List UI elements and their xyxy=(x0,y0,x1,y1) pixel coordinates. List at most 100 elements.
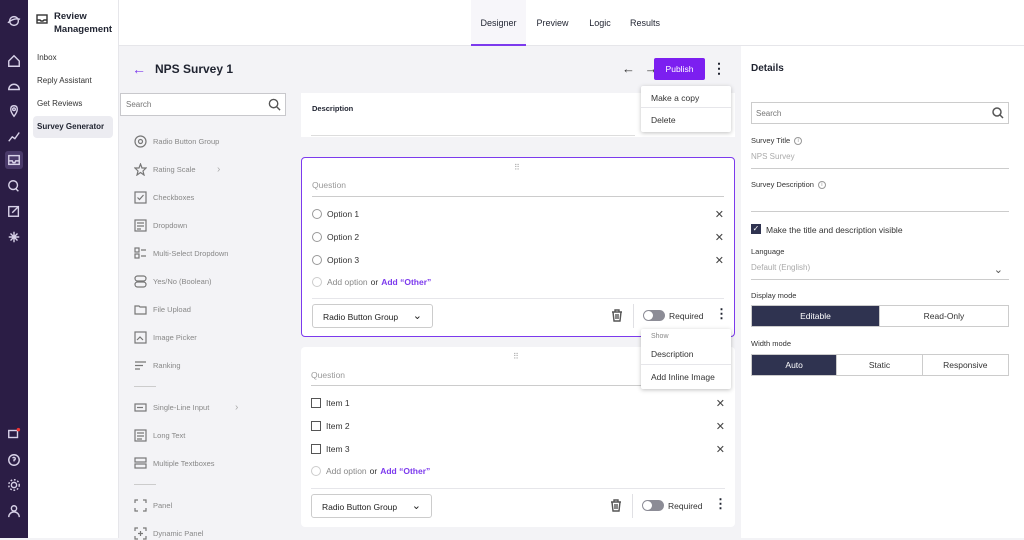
toolbox-search xyxy=(120,93,286,116)
more-options-icon[interactable]: ⋮ xyxy=(712,60,726,77)
toolbox-item-long-text[interactable]: Long Text xyxy=(134,429,185,442)
menu-header: Show xyxy=(651,333,669,340)
tab-preview[interactable]: Preview xyxy=(530,0,575,46)
toolbox-search-input[interactable] xyxy=(121,94,261,115)
more-options-icon[interactable]: ⋮ xyxy=(714,496,727,512)
back-arrow-icon[interactable]: ← xyxy=(132,61,146,77)
trash-icon[interactable] xyxy=(611,309,623,322)
toolbox-item-multiple-textboxes[interactable]: Multiple Textboxes xyxy=(134,457,215,470)
width-mode-auto[interactable]: Auto xyxy=(752,355,838,375)
dashboard-icon[interactable] xyxy=(5,77,23,95)
nav-item-survey-generator[interactable]: Survey Generator xyxy=(33,116,113,138)
remove-option-icon[interactable]: ✕ xyxy=(716,420,725,433)
home-icon[interactable] xyxy=(5,52,23,70)
add-option-link[interactable]: Add option xyxy=(326,466,367,476)
user-icon[interactable] xyxy=(5,502,23,520)
toolbox-item-checkboxes[interactable]: Checkboxes xyxy=(134,191,194,204)
question-type-select[interactable]: Radio Button Group ⌄ xyxy=(312,304,433,328)
settings-icon[interactable] xyxy=(5,476,23,494)
remove-option-icon[interactable]: ✕ xyxy=(716,443,725,456)
nav-item-get-reviews[interactable]: Get Reviews xyxy=(33,93,113,115)
chevron-down-icon: ⌄ xyxy=(993,264,1003,276)
more-options-icon[interactable]: ⋮ xyxy=(715,306,728,322)
question-card[interactable]: ⠿ Question Option 1 ✕ Option 2 ✕ Option 3 ✕… xyxy=(301,157,735,337)
details-search xyxy=(751,102,1009,124)
checkbox-item-row[interactable]: Item 2 ✕ xyxy=(311,418,725,434)
menu-item-delete[interactable]: Delete xyxy=(651,115,676,125)
review-inbox-icon[interactable] xyxy=(5,151,23,169)
option-row[interactable]: Option 3 ✕ xyxy=(312,252,724,268)
chevron-right-icon[interactable]: › xyxy=(217,164,220,175)
display-mode-readonly[interactable]: Read-Only xyxy=(880,306,1008,326)
menu-item-description[interactable]: Description xyxy=(651,349,694,359)
secondary-nav: Review Management Inbox Reply Assistant … xyxy=(28,0,119,538)
search-icon[interactable] xyxy=(268,98,281,111)
survey-description-label: Survey Description i xyxy=(751,180,826,189)
option-row[interactable]: Option 1 ✕ xyxy=(312,206,724,222)
display-mode-editable[interactable]: Editable xyxy=(752,306,880,326)
required-label: Required xyxy=(669,311,704,321)
drag-handle-icon[interactable]: ⠿ xyxy=(513,352,519,361)
chevron-right-icon[interactable]: › xyxy=(235,402,238,413)
width-mode-responsive[interactable]: Responsive xyxy=(923,355,1008,375)
remove-option-icon[interactable]: ✕ xyxy=(715,208,724,221)
dynamic-panel-icon xyxy=(134,527,147,540)
question-title-input[interactable]: Question xyxy=(312,180,346,190)
details-search-input[interactable] xyxy=(752,103,972,124)
toolbox-item-single-line[interactable]: Single-Line Input xyxy=(134,401,209,414)
info-icon[interactable]: i xyxy=(817,180,826,189)
chevron-down-icon: ⌄ xyxy=(412,310,422,322)
toolbox-item-ranking[interactable]: Ranking xyxy=(134,359,181,372)
toolbox-item-rating[interactable]: Rating Scale xyxy=(134,163,196,176)
chat-icon[interactable] xyxy=(5,177,23,195)
announcement-icon[interactable] xyxy=(5,425,23,443)
survey-title-input[interactable]: NPS Survey xyxy=(751,152,795,161)
publish-button[interactable]: Publish xyxy=(654,58,705,80)
checkbox-item-row[interactable]: Item 3 ✕ xyxy=(311,441,725,457)
survey-description-input[interactable] xyxy=(751,211,1009,212)
question-title-input[interactable]: Question xyxy=(311,370,345,380)
edit-icon[interactable] xyxy=(5,202,23,220)
remove-option-icon[interactable]: ✕ xyxy=(715,254,724,267)
checkbox-item-row[interactable]: Item 1 ✕ xyxy=(311,395,725,411)
tab-designer[interactable]: Designer xyxy=(471,0,526,46)
add-other-link[interactable]: Add “Other” xyxy=(381,277,431,287)
add-option-link[interactable]: Add option xyxy=(327,277,368,287)
toolbox-item-dynamic-panel[interactable]: Dynamic Panel xyxy=(134,527,203,540)
nav-item-inbox[interactable]: Inbox xyxy=(33,47,113,69)
add-other-link[interactable]: Add “Other” xyxy=(380,466,430,476)
divider xyxy=(751,279,1009,280)
remove-option-icon[interactable]: ✕ xyxy=(715,231,724,244)
location-icon[interactable] xyxy=(5,102,23,120)
menu-item-make-copy[interactable]: Make a copy xyxy=(651,93,699,103)
width-mode-static[interactable]: Static xyxy=(837,355,923,375)
tab-logic[interactable]: Logic xyxy=(582,0,618,46)
analytics-icon[interactable] xyxy=(5,127,23,145)
trash-icon[interactable] xyxy=(610,499,622,512)
menu-item-inline-image[interactable]: Add Inline Image xyxy=(651,372,715,382)
logo-icon[interactable] xyxy=(5,12,23,30)
toolbox-item-file-upload[interactable]: File Upload xyxy=(134,303,191,316)
required-toggle[interactable] xyxy=(642,500,664,511)
drag-handle-icon[interactable]: ⠿ xyxy=(514,163,520,172)
nav-item-reply-assistant[interactable]: Reply Assistant xyxy=(33,70,113,92)
question-type-select[interactable]: Radio Button Group ⌄ xyxy=(311,494,432,518)
sparkle-icon[interactable] xyxy=(5,228,23,246)
visible-checkbox[interactable]: ✓ xyxy=(751,224,761,234)
survey-title-label: Survey Title i xyxy=(751,136,803,145)
toolbox-item-dropdown[interactable]: Dropdown xyxy=(134,219,187,232)
toolbox-item-boolean[interactable]: Yes/No (Boolean) xyxy=(134,275,212,288)
option-row[interactable]: Option 2 ✕ xyxy=(312,229,724,245)
toolbox-item-panel[interactable]: Panel xyxy=(134,499,172,512)
required-toggle[interactable] xyxy=(643,310,665,321)
help-icon[interactable] xyxy=(5,451,23,469)
radio-icon xyxy=(312,209,322,219)
toolbox-item-radio[interactable]: Radio Button Group xyxy=(134,135,219,148)
search-icon[interactable] xyxy=(992,107,1004,119)
toolbox-item-image-picker[interactable]: Image Picker xyxy=(134,331,197,344)
tab-results[interactable]: Results xyxy=(624,0,666,46)
info-icon[interactable]: i xyxy=(794,136,803,145)
language-select[interactable]: Default (English) ⌄ xyxy=(751,263,1009,276)
remove-option-icon[interactable]: ✕ xyxy=(716,397,725,410)
toolbox-item-multiselect[interactable]: Multi-Select Dropdown xyxy=(134,247,228,260)
